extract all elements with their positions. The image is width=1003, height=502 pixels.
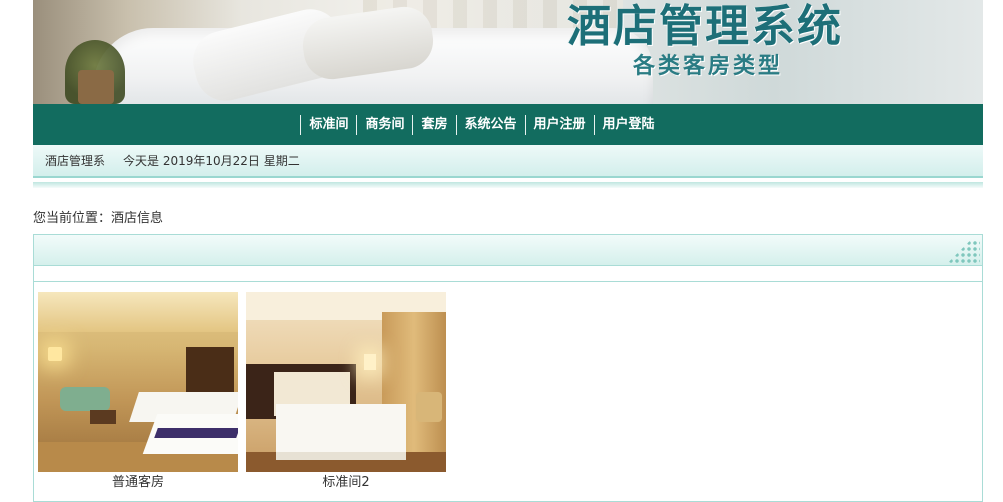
room-name[interactable]: 普通客房 — [38, 475, 238, 491]
photo-bed-runner — [154, 428, 238, 438]
nav-items: 标准间 商务间 套房 系统公告 用户注册 用户登陆 — [300, 114, 663, 135]
photo-table — [90, 410, 116, 424]
nav-item-announcements[interactable]: 系统公告 — [455, 114, 525, 135]
nav-item-register[interactable]: 用户注册 — [524, 114, 594, 135]
header-banner: 酒店管理系统 各类客房类型 — [33, 0, 983, 104]
page-container: 酒店管理系统 各类客房类型 标准间 商务间 套房 系统公告 用户注册 用户登陆 … — [33, 0, 983, 502]
photo-bed — [276, 404, 406, 460]
site-subtitle: 各类客房类型 — [633, 54, 784, 79]
room-grid: 普通客房 标准间2 — [38, 292, 454, 491]
photo-lamp — [364, 354, 376, 370]
breadcrumb: 您当前位置：酒店信息 — [33, 211, 164, 226]
dots-decor-icon — [948, 240, 980, 264]
nav-item-business-room[interactable]: 商务间 — [356, 114, 412, 135]
nav-item-login[interactable]: 用户登陆 — [593, 114, 663, 135]
photo-lamp — [48, 347, 62, 361]
date-bar: 酒店管理系 今天是 2019年10月22日 星期二 — [33, 145, 983, 178]
room-card[interactable]: 普通客房 — [38, 292, 238, 491]
nav-item-standard-room[interactable]: 标准间 — [300, 114, 356, 135]
panel-subheader — [34, 266, 982, 282]
room-card[interactable]: 标准间2 — [246, 292, 446, 491]
nav-item-suite[interactable]: 套房 — [412, 114, 455, 135]
date-bar-date: 今天是 2019年10月22日 星期二 — [123, 154, 300, 168]
room-photo[interactable] — [38, 292, 238, 472]
photo-sofa — [60, 387, 110, 411]
photo-ceiling — [38, 292, 238, 332]
room-photo[interactable] — [246, 292, 446, 472]
photo-chair — [416, 392, 442, 422]
main-nav: 标准间 商务间 套房 系统公告 用户注册 用户登陆 — [33, 104, 983, 145]
room-list-panel: 普通客房 标准间2 — [33, 234, 983, 502]
room-name[interactable]: 标准间2 — [246, 475, 446, 491]
panel-header — [34, 235, 982, 266]
site-title: 酒店管理系统 — [567, 1, 843, 52]
photo-headboard — [186, 347, 234, 392]
date-bar-site: 酒店管理系 — [45, 154, 106, 168]
banner-plant-pot — [78, 70, 114, 104]
header-divider — [33, 182, 983, 188]
